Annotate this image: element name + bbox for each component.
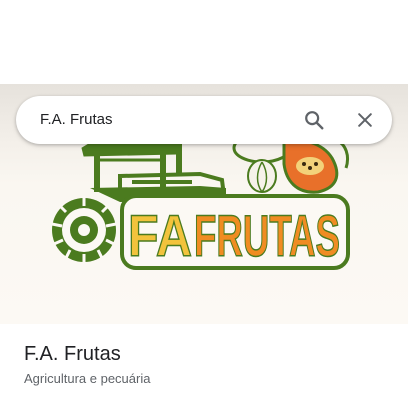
search-bar[interactable]: F.A. Frutas: [16, 96, 392, 144]
search-input[interactable]: F.A. Frutas: [40, 96, 113, 144]
place-category: Agricultura e pecuária: [24, 371, 151, 386]
close-icon: [358, 113, 372, 127]
logo-frutas-text: FRUTAS: [194, 204, 340, 269]
logo-fa-text: FA: [128, 204, 192, 269]
place-name: F.A. Frutas: [24, 343, 121, 365]
place-info-card[interactable]: F.A. Frutas Agricultura e pecuária: [0, 324, 408, 408]
maps-place-screen: FA FRUTAS F.A. Frutas F.A. Frutas Agricu…: [0, 0, 408, 408]
search-button[interactable]: [298, 104, 330, 136]
search-icon: [305, 111, 324, 130]
logo-banner: FA FRUTAS: [120, 194, 350, 270]
close-button[interactable]: [349, 104, 381, 136]
